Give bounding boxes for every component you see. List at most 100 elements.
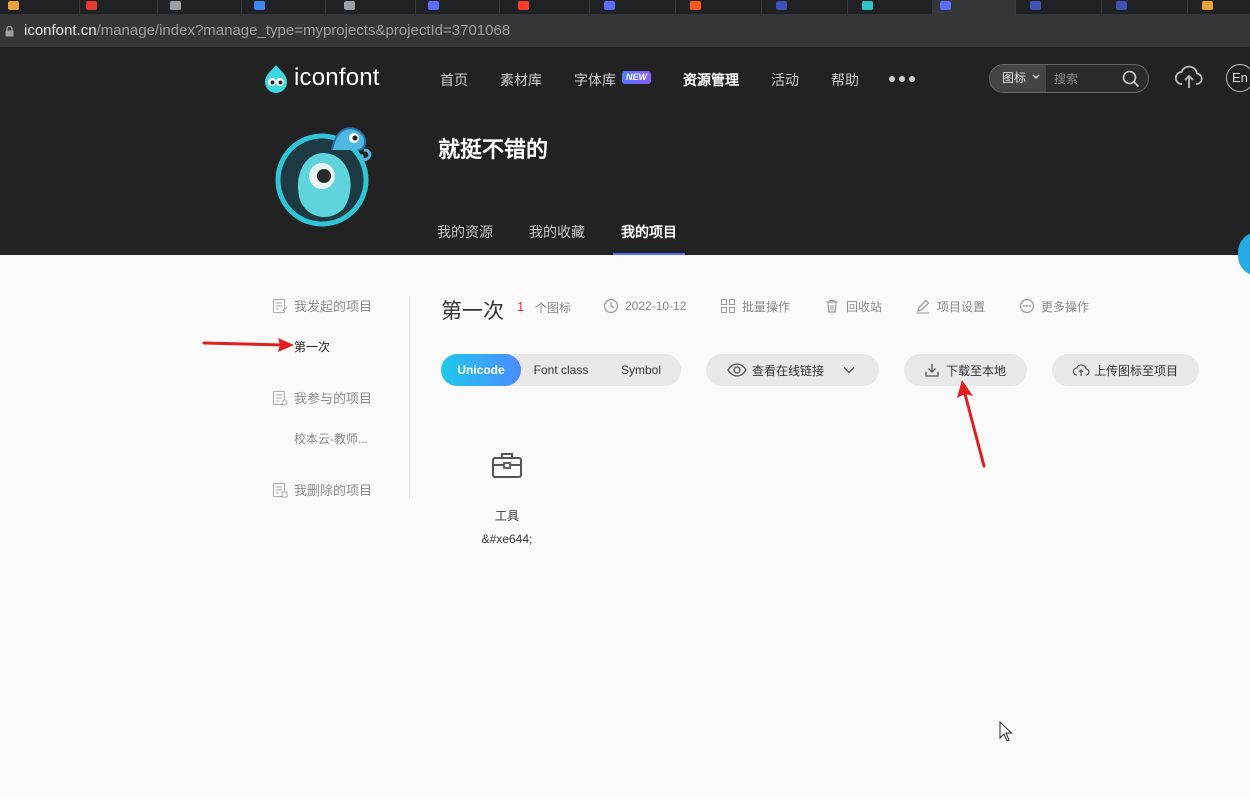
search-box: 图标: [989, 64, 1149, 93]
nav-materials[interactable]: 素材库: [500, 70, 542, 90]
grid-icon: [721, 299, 735, 313]
tab-favicon-icon: [776, 1, 787, 10]
project-settings-label: 项目设置: [937, 299, 986, 314]
nav-help[interactable]: 帮助: [831, 70, 859, 90]
browser-tab[interactable]: [854, 0, 934, 14]
batch-operation-label: 批量操作: [742, 299, 791, 314]
logo-text: iconfont: [294, 64, 380, 91]
browser-tab[interactable]: [1194, 0, 1250, 14]
lock-icon: [5, 26, 14, 37]
search-input[interactable]: [1046, 65, 1116, 92]
download-local-label: 下载至本地: [946, 363, 1007, 378]
search-type-label: 图标: [1002, 71, 1027, 85]
upload-to-project-button[interactable]: 上传图标至项目: [1052, 354, 1199, 386]
pencil-icon: [916, 299, 930, 314]
tab-favicon-icon: [862, 1, 873, 10]
more-operations-label: 更多操作: [1041, 299, 1090, 314]
browser-tab[interactable]: [420, 0, 500, 14]
chevron-down-icon: [1032, 74, 1040, 79]
icon-unicode[interactable]: &#xe644;: [470, 532, 544, 546]
tab-favicon-icon: [1030, 1, 1041, 10]
recycle-bin-label: 回收站: [846, 299, 883, 314]
browser-tab[interactable]: [596, 0, 676, 14]
iconfont-logo[interactable]: iconfont: [262, 62, 380, 94]
nav-home[interactable]: 首页: [440, 70, 468, 90]
nav-resource-management[interactable]: 资源管理: [683, 70, 739, 90]
project-list-icon: [273, 298, 288, 313]
browser-tab[interactable]: [0, 0, 80, 14]
browser-tab[interactable]: [336, 0, 416, 14]
project-settings-button[interactable]: 项目设置: [915, 297, 985, 315]
browser-tab[interactable]: [682, 0, 762, 14]
language-label: En: [1232, 70, 1248, 85]
project-title: 第一次: [441, 300, 504, 323]
url-host: iconfont.cn: [24, 22, 97, 39]
annotation-arrow-icon: [202, 338, 294, 352]
tab-favicon-icon: [8, 1, 19, 10]
search-type-select[interactable]: 图标: [990, 65, 1046, 92]
browser-tab[interactable]: [1022, 0, 1102, 14]
more-circle-icon: [1019, 298, 1035, 314]
user-avatar[interactable]: [270, 110, 382, 232]
download-local-button[interactable]: 下载至本地: [904, 354, 1027, 386]
tab-favicon-icon: [254, 1, 265, 10]
browser-tab[interactable]: [510, 0, 590, 14]
new-badge: NEW: [622, 71, 651, 84]
sidebar-group-deleted[interactable]: 我删除的项目: [272, 480, 372, 499]
browser-tab[interactable]: [768, 0, 848, 14]
tab-favicon-icon: [940, 1, 951, 10]
more-menu-icon[interactable]: [889, 76, 915, 82]
sidebar-group-label: 我删除的项目: [294, 483, 373, 498]
format-tab-font-class[interactable]: Font class: [521, 354, 601, 386]
icon-count-label: 个图标: [535, 301, 572, 315]
batch-operation-button[interactable]: 批量操作: [720, 297, 790, 315]
tab-favicon-icon: [1202, 1, 1213, 10]
browser-tab[interactable]: [78, 0, 158, 14]
address-bar[interactable]: iconfont.cn/manage/index?manage_type=myp…: [0, 14, 1250, 48]
eye-icon: [727, 363, 747, 377]
format-switch: Unicode Font class Symbol: [441, 354, 681, 386]
cloud-upload-icon[interactable]: [1175, 64, 1203, 90]
language-switch-button[interactable]: En: [1226, 64, 1250, 92]
nav-activities[interactable]: 活动: [771, 70, 799, 90]
format-tab-symbol[interactable]: Symbol: [601, 354, 681, 386]
upload-to-project-label: 上传图标至项目: [1094, 363, 1179, 378]
annotation-arrow-icon: [957, 380, 986, 468]
cloud-upload-icon: [1072, 364, 1090, 376]
format-tab-unicode[interactable]: Unicode: [441, 354, 521, 386]
more-operations-button[interactable]: 更多操作: [1019, 297, 1089, 315]
tab-favicon-icon: [604, 1, 615, 10]
tab-my-favorites[interactable]: 我的收藏: [529, 222, 585, 242]
tab-my-resources[interactable]: 我的资源: [437, 222, 493, 242]
project-list-icon: [273, 390, 288, 405]
sidebar-item-project[interactable]: 第一次: [294, 338, 330, 355]
site-header: iconfont 首页 素材库 字体库 NEW 资源管理 活动 帮助 图标 En…: [0, 48, 1250, 255]
sidebar-item-project[interactable]: 校本云-教师...: [294, 430, 368, 447]
view-online-link-label: 查看在线链接: [752, 363, 825, 378]
icon-count: 1: [517, 299, 525, 314]
sidebar-group-initiated[interactable]: 我发起的项目: [272, 296, 372, 315]
url-text[interactable]: iconfont.cn/manage/index?manage_type=myp…: [24, 22, 510, 39]
tab-favicon-icon: [344, 1, 355, 10]
view-online-link-button[interactable]: 查看在线链接: [706, 354, 879, 386]
logo-mascot-icon: [265, 65, 287, 93]
tab-favicon-icon: [428, 1, 439, 10]
mouse-cursor-icon: [999, 721, 1013, 742]
browser-tab[interactable]: [246, 0, 326, 14]
project-list-icon: [273, 482, 288, 497]
browser-tab[interactable]: [162, 0, 242, 14]
icon-card[interactable]: 工具 &#xe644;: [470, 450, 544, 546]
browser-tab[interactable]: [1108, 0, 1188, 14]
active-tab-underline: [613, 253, 685, 255]
chevron-down-icon[interactable]: [843, 366, 855, 374]
browser-tab-active[interactable]: [932, 0, 1016, 14]
tab-my-projects[interactable]: 我的项目: [621, 222, 677, 242]
nav-fonts[interactable]: 字体库: [574, 70, 616, 90]
browser-tab-strip: [0, 0, 1250, 14]
project-date-text: 2022-10-12: [625, 299, 687, 313]
toolbox-icon: [492, 453, 522, 478]
recycle-bin-button[interactable]: 回收站: [824, 297, 882, 315]
sidebar-group-participated[interactable]: 我参与的项目: [272, 388, 372, 407]
search-icon[interactable]: [1122, 70, 1140, 88]
trash-icon: [826, 299, 838, 313]
